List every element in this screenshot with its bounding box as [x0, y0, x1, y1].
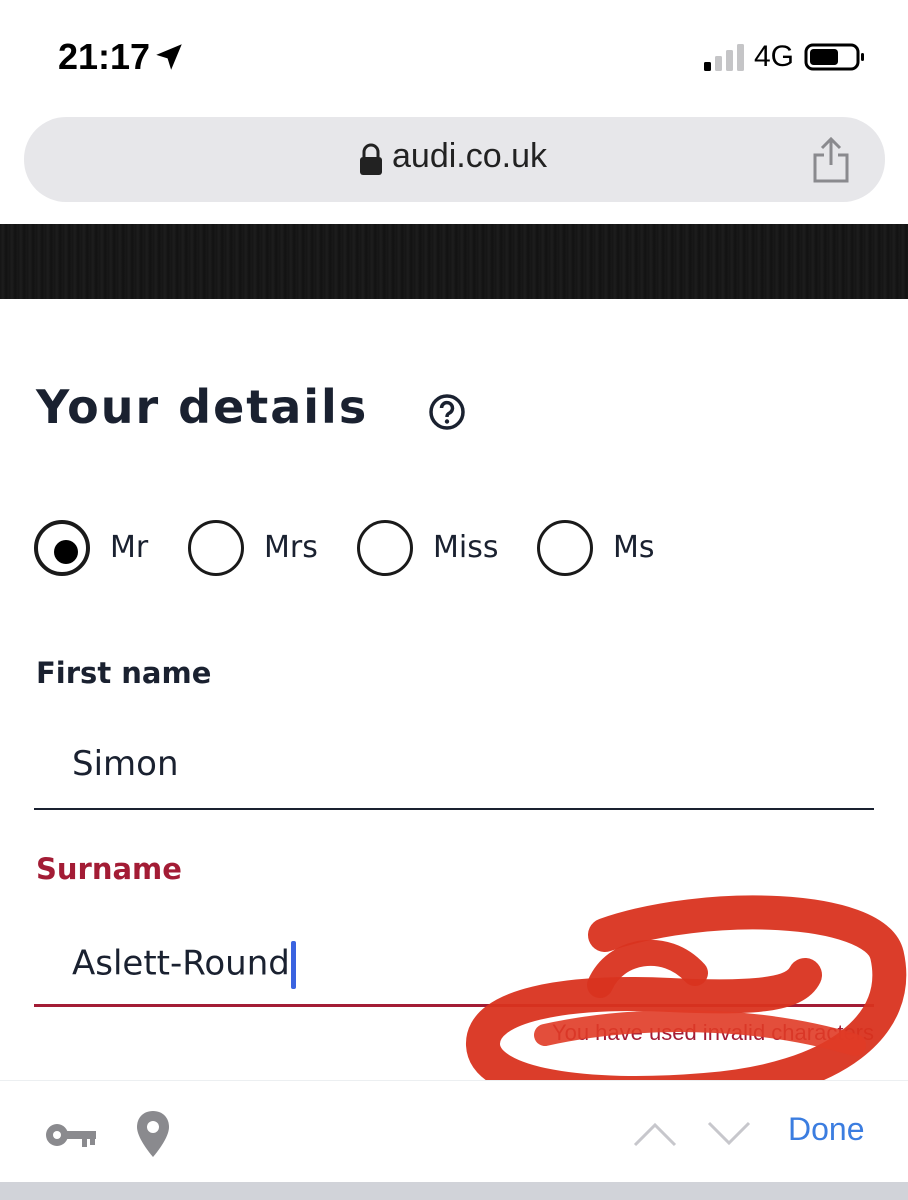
lock-icon — [360, 143, 382, 175]
surname-error-message: You have used invalid characters — [551, 1020, 874, 1045]
battery-icon — [804, 43, 864, 71]
first-name-value: Simon — [72, 744, 179, 784]
surname-input[interactable]: Aslett-Round — [34, 925, 874, 1007]
cellular-signal-icon — [704, 44, 744, 71]
status-time: 21:17 — [58, 36, 151, 77]
surname-value-wrap: Aslett-Round — [72, 941, 296, 989]
keyboard-top-edge — [0, 1182, 908, 1200]
status-bar: 21:17 4G — [0, 0, 908, 110]
url-text: audi.co.uk — [392, 137, 547, 175]
radio-label: Miss — [433, 530, 499, 565]
radio-circle[interactable] — [188, 520, 244, 576]
keyboard-accessory-bar: Done — [0, 1080, 908, 1182]
radio-circle[interactable] — [537, 520, 593, 576]
password-key-icon[interactable] — [44, 1121, 98, 1149]
done-button[interactable]: Done — [788, 1111, 865, 1148]
surname-value: Aslett-Round — [72, 943, 290, 984]
radio-label: Mr — [110, 530, 149, 565]
network-type: 4G — [754, 40, 795, 73]
share-icon[interactable] — [810, 135, 852, 185]
radio-circle-selected[interactable] — [34, 520, 90, 576]
header-banner — [0, 224, 908, 299]
page-title: Your details — [36, 380, 369, 434]
location-arrow-icon — [156, 44, 182, 70]
radio-circle[interactable] — [357, 520, 413, 576]
surname-label: Surname — [36, 852, 182, 886]
radio-label: Mrs — [264, 530, 318, 565]
radio-dot — [54, 540, 78, 564]
first-name-input[interactable]: Simon — [34, 728, 874, 810]
chevron-up-icon[interactable] — [632, 1119, 678, 1149]
help-icon[interactable] — [428, 393, 466, 431]
radio-label: Ms — [613, 530, 655, 565]
text-caret — [290, 941, 296, 989]
location-pin-icon[interactable] — [134, 1109, 172, 1159]
first-name-label: First name — [36, 656, 212, 690]
chevron-down-icon[interactable] — [706, 1119, 752, 1149]
address-bar[interactable]: audi.co.uk — [24, 117, 885, 202]
title-radio-group: Mr Mrs Miss Ms — [34, 520, 874, 580]
